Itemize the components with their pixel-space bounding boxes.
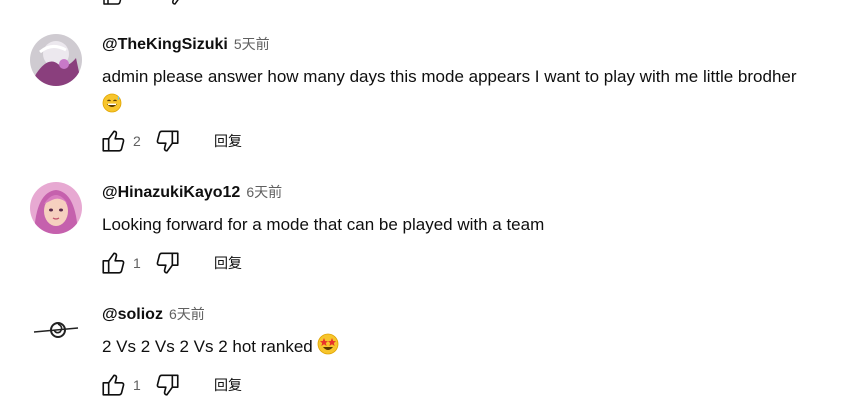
author-name[interactable]: @TheKingSizuki xyxy=(102,36,228,54)
avatar[interactable] xyxy=(30,304,82,356)
like-count: 2 xyxy=(133,133,141,149)
comment-actions: 1 回复 xyxy=(100,371,242,399)
like-count: 1 xyxy=(133,255,141,271)
dislike-button[interactable] xyxy=(155,128,181,154)
star-struck-emoji xyxy=(317,333,339,364)
like-button[interactable] xyxy=(100,372,126,398)
dislike-button[interactable] xyxy=(155,372,181,398)
previous-comment-actions xyxy=(100,0,188,8)
comment-thread: @TheKingSizuki 5天前 admin please answer h… xyxy=(0,34,865,164)
comment-text-content: admin please answer how many days this m… xyxy=(102,67,797,86)
thumb-down-icon xyxy=(156,252,179,274)
reply-button[interactable]: 回复 xyxy=(214,253,242,273)
comment-actions: 2 回复 xyxy=(100,127,242,155)
comment-text: admin please answer how many days this m… xyxy=(102,63,855,122)
author-name[interactable]: @solioz xyxy=(102,306,163,324)
comment-header: @solioz 6天前 xyxy=(102,304,855,328)
comment-text: 2 Vs 2 Vs 2 Vs 2 hot ranked xyxy=(102,333,855,364)
comment-text-content: 2 Vs 2 Vs 2 Vs 2 hot ranked xyxy=(102,337,313,356)
thumb-up-icon xyxy=(102,130,125,152)
comment-text: Looking forward for a mode that can be p… xyxy=(102,211,855,239)
thumb-down-icon xyxy=(156,130,179,152)
dislike-button[interactable] xyxy=(155,250,181,276)
reply-button[interactable]: 回复 xyxy=(214,131,242,151)
comment-header: @TheKingSizuki 5天前 xyxy=(102,34,855,58)
author-name[interactable]: @HinazukiKayo12 xyxy=(102,184,240,202)
like-button[interactable] xyxy=(100,128,126,154)
avatar[interactable] xyxy=(30,34,82,86)
comment-thread: @HinazukiKayo12 6天前 Looking forward for … xyxy=(0,182,865,282)
comment-time[interactable]: 5天前 xyxy=(234,34,270,54)
grinning-sweat-emoji xyxy=(102,93,122,122)
thumb-down-icon[interactable] xyxy=(164,0,188,12)
reply-button[interactable]: 回复 xyxy=(214,375,242,395)
comment-header: @HinazukiKayo12 6天前 xyxy=(102,182,855,206)
comment-time[interactable]: 6天前 xyxy=(169,304,205,324)
comment-thread: @solioz 6天前 2 Vs 2 Vs 2 Vs 2 hot ranked … xyxy=(0,304,865,404)
comment-text-content: Looking forward for a mode that can be p… xyxy=(102,215,545,234)
comment-actions: 1 回复 xyxy=(100,249,242,277)
thumb-up-icon xyxy=(102,374,125,396)
thumb-down-icon xyxy=(156,374,179,396)
avatar[interactable] xyxy=(30,182,82,234)
thumb-up-icon xyxy=(102,252,125,274)
like-button[interactable] xyxy=(100,250,126,276)
like-count: 1 xyxy=(133,377,141,393)
comment-time[interactable]: 6天前 xyxy=(246,182,282,202)
thumb-up-icon[interactable] xyxy=(100,0,124,12)
